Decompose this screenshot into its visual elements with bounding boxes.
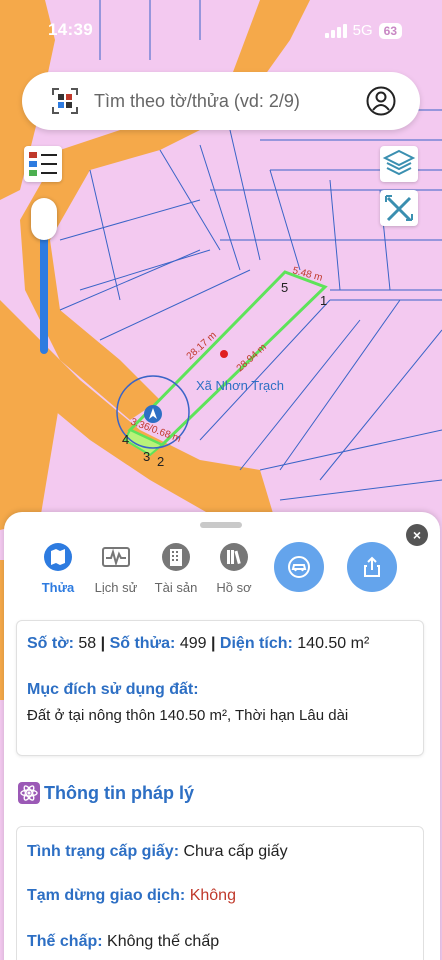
books-icon [220,543,248,571]
vertex-5: 5 [281,280,288,295]
certificate-status-row: Tình trạng cấp giấy: Chưa cấp giấy [27,843,288,861]
tab-lich-su-label: Lịch sử [94,580,138,595]
qr-scan-icon[interactable] [52,88,78,114]
building-icon [162,543,190,571]
vertex-3: 3 [143,449,150,464]
signal-icon [324,23,347,38]
area-value: 140.50 m² [297,635,370,652]
tab-ho-so[interactable]: Hồ sơ [204,542,264,595]
status-time: 14:39 [48,20,93,39]
search-bar [22,72,420,130]
tab-thua[interactable]: Thửa [28,542,88,595]
status-bar: 14:39 5G 63 [0,0,442,60]
tab-tai-san[interactable]: Tài sản [146,542,206,595]
car-button[interactable] [274,542,324,592]
transaction-suspend-value: Không [189,887,236,904]
layers-button[interactable] [380,146,418,182]
tab-ho-so-label: Hồ sơ [216,580,252,595]
transaction-suspend-label: Tạm dừng giao dịch: [27,887,186,904]
parcel-summary-card: Số tờ: 58 | Số thửa: 499 | Diện tích: 14… [16,620,424,756]
vertex-1: 1 [320,293,327,308]
tab-tai-san-label: Tài sản [154,580,198,595]
parcel-summary-row: Số tờ: 58 | Số thửa: 499 | Diện tích: 14… [27,635,369,653]
separator: | [210,635,216,652]
land-use-purpose-value: Đất ở tại nông thôn 140.50 m², Thời hạn … [27,707,349,724]
area-label: Diện tích: [219,635,293,652]
battery-icon: 63 [378,22,402,39]
measure-button[interactable] [380,190,418,226]
status-indicators: 5G 63 [324,22,402,39]
legend-list-icon [29,152,57,176]
tab-thua-label: Thửa [41,580,75,595]
zoom-slider-thumb[interactable] [31,198,57,240]
activity-chart-icon [102,547,130,567]
tab-lich-su[interactable]: Lịch sử [86,542,146,595]
sheet-drag-handle[interactable] [200,522,242,528]
certificate-status-value: Chưa cấp giấy [183,843,288,860]
atom-icon [18,782,40,804]
legal-info-title: Thông tin pháp lý [18,782,194,804]
layers-icon [382,149,416,176]
land-use-purpose-label: Mục đích sử dụng đất: [27,681,199,698]
parcel-info-sheet: × Thửa Lịch sử Tài sản Hồ sơ Số tờ: 58 |… [4,512,440,960]
certificate-status-label: Tình trạng cấp giấy: [27,843,180,860]
mortgage-label: Thế chấp: [27,933,103,950]
network-label: 5G [352,22,373,39]
mortgage-value: Không thế chấp [107,933,220,950]
share-button[interactable] [347,542,397,592]
map-book-icon [44,543,72,571]
car-icon [288,556,310,578]
mortgage-row: Thế chấp: Không thế chấp [27,933,219,951]
sheet-number-label: Số tờ: [27,635,74,652]
close-button[interactable]: × [406,524,428,546]
place-label: Xã Nhơn Trạch [196,378,284,393]
user-profile-icon[interactable] [366,86,396,116]
legal-info-title-text: Thông tin pháp lý [44,782,194,803]
measure-tool-icon [385,195,413,222]
legal-info-card: Tình trạng cấp giấy: Chưa cấp giấy Tạm d… [16,826,424,960]
vertex-2: 2 [157,454,164,469]
separator: | [100,635,106,652]
sheet-number-value: 58 [78,635,97,652]
vertex-4: 4 [122,432,129,447]
parcel-number-label: Số thửa: [109,635,176,652]
legend-button[interactable] [24,146,62,182]
parcel-number-value: 499 [179,635,207,652]
transaction-suspend-row: Tạm dừng giao dịch: Không [27,887,236,905]
search-input[interactable] [94,72,364,130]
share-icon [364,556,380,577]
